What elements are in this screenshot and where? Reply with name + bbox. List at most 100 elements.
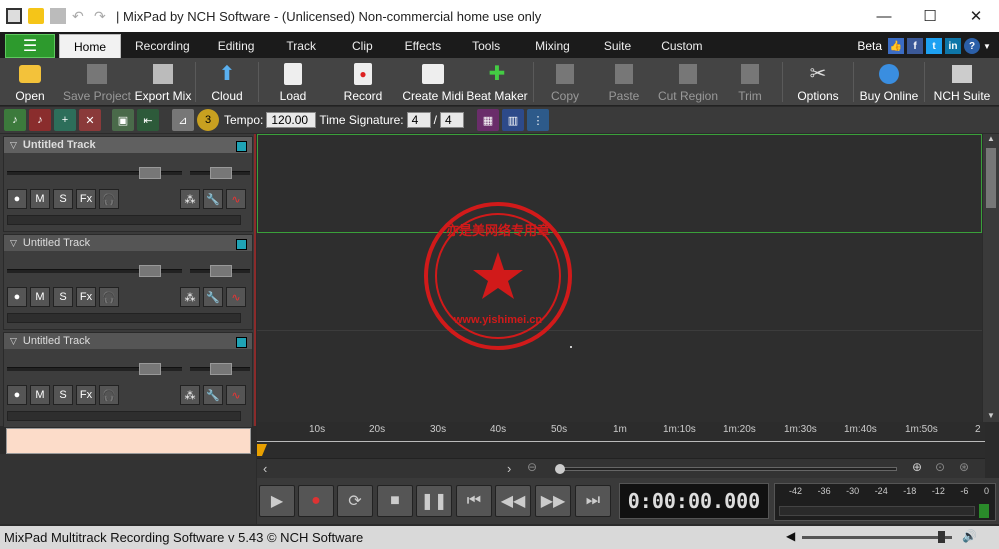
help-icon[interactable]: ? xyxy=(964,38,980,54)
loop-button[interactable]: ⟳ xyxy=(337,485,373,517)
undo-icon[interactable]: ↶ xyxy=(72,8,88,24)
track-header[interactable]: ▽ Untitled Track ● M S Fx 🎧 ⁂ 🔧 ∿ xyxy=(3,136,253,232)
tab-effects[interactable]: Effects xyxy=(391,34,455,58)
record-button[interactable]: ● Record xyxy=(324,58,402,106)
track-header[interactable]: ▽ Untitled Track ● M S Fx 🎧 ⁂ 🔧 ∿ xyxy=(3,332,253,428)
add-track-icon[interactable]: ♪ xyxy=(4,109,26,131)
tab-home[interactable]: Home xyxy=(59,34,122,58)
vertical-scrollbar[interactable]: ▲ ▼ xyxy=(983,134,999,422)
align-icon[interactable]: ⇤ xyxy=(137,109,159,131)
trim-button[interactable]: Trim xyxy=(721,58,779,106)
headphones-icon[interactable]: 🎧 xyxy=(99,189,119,209)
envelope-icon[interactable]: ∿ xyxy=(226,287,246,307)
track-header[interactable]: ▽ Untitled Track ● M S Fx 🎧 ⁂ 🔧 ∿ xyxy=(3,234,253,330)
track-lane[interactable] xyxy=(257,134,982,233)
time-signature-denominator[interactable]: 4 xyxy=(439,112,464,128)
create-midi-button[interactable]: Create Midi xyxy=(402,58,464,106)
scroll-up-icon[interactable]: ▲ xyxy=(983,134,999,148)
scroll-down-icon[interactable]: ▼ xyxy=(983,411,999,420)
arm-record-button[interactable]: ● xyxy=(7,287,27,307)
time-ruler[interactable]: 10s 20s 30s 40s 50s 1m 1m:10s 1m:20s 1m:… xyxy=(257,422,985,458)
tab-track[interactable]: Track xyxy=(268,34,334,58)
effects-chain-icon[interactable]: ⁂ xyxy=(180,385,200,405)
go-to-start-button[interactable]: ⏮ xyxy=(456,485,492,517)
arm-record-button[interactable]: ● xyxy=(7,385,27,405)
remove-track-icon[interactable]: ♪ xyxy=(29,109,51,131)
playhead-marker[interactable] xyxy=(257,444,267,456)
tab-editing[interactable]: Editing xyxy=(204,34,269,58)
twitter-icon[interactable]: t xyxy=(926,38,942,54)
zoom-slider[interactable] xyxy=(557,467,897,471)
countdown-icon[interactable]: 3 xyxy=(197,109,219,131)
redo-icon[interactable]: ↷ xyxy=(94,8,110,24)
metronome-icon[interactable]: ⊿ xyxy=(172,109,194,131)
rewind-button[interactable]: ◀◀ xyxy=(495,485,531,517)
pan-slider[interactable] xyxy=(190,265,250,277)
volume-knob[interactable] xyxy=(139,363,161,375)
tab-custom[interactable]: Custom xyxy=(647,34,716,58)
speaker-icon[interactable]: 🔊 xyxy=(962,529,977,543)
save-project-button[interactable]: Save Project xyxy=(60,58,134,106)
headphones-icon[interactable]: 🎧 xyxy=(99,287,119,307)
delete-icon[interactable]: ✕ xyxy=(79,109,101,131)
zoom-slider-knob[interactable] xyxy=(555,464,565,474)
nch-suite-button[interactable]: NCH Suite xyxy=(928,58,996,106)
envelope-icon[interactable]: ∿ xyxy=(226,385,246,405)
play-button[interactable]: ▶ xyxy=(259,485,295,517)
buy-online-button[interactable]: Buy Online xyxy=(857,58,921,106)
grid-icon[interactable]: ▥ xyxy=(501,109,524,131)
scroll-right-icon[interactable]: › xyxy=(507,461,511,476)
track-color-square[interactable] xyxy=(236,239,247,250)
fx-button[interactable]: Fx xyxy=(76,385,96,405)
pan-slider[interactable] xyxy=(190,167,250,179)
snap-icon[interactable]: ▦ xyxy=(476,109,499,131)
mute-button[interactable]: M xyxy=(30,189,50,209)
volume-icon[interactable]: ◀ xyxy=(786,529,795,543)
scroll-left-icon[interactable]: ‹ xyxy=(263,461,267,476)
track-name[interactable]: Untitled Track xyxy=(23,139,96,151)
paste-button[interactable]: Paste xyxy=(593,58,655,106)
options-button[interactable]: ✂ Options xyxy=(786,58,850,106)
copy-button[interactable]: Copy xyxy=(537,58,593,106)
beat-grid-icon[interactable]: ⋮ xyxy=(526,109,549,131)
maximize-button[interactable]: ☐ xyxy=(907,0,953,32)
main-menu-button[interactable]: ☰ xyxy=(5,34,55,58)
zoom-in-icon[interactable]: ⊕ xyxy=(912,460,922,474)
facebook-icon[interactable]: f xyxy=(907,38,923,54)
master-volume-slider[interactable] xyxy=(802,536,952,539)
save-quick-icon[interactable] xyxy=(50,8,66,24)
minimize-button[interactable]: — xyxy=(861,0,907,32)
new-track-drop-area[interactable] xyxy=(6,428,251,454)
collapse-icon[interactable]: ▽ xyxy=(10,140,17,151)
pan-slider[interactable] xyxy=(190,363,250,375)
horizontal-scrollbar[interactable]: ‹ › ⊖ ⊕ ⊙ ⊛ xyxy=(257,458,985,478)
close-button[interactable]: ✕ xyxy=(953,0,999,32)
track-lane[interactable] xyxy=(257,331,982,429)
thumbs-up-icon[interactable]: 👍 xyxy=(888,38,904,54)
fx-button[interactable]: Fx xyxy=(76,287,96,307)
cloud-button[interactable]: ⬆ Cloud xyxy=(199,58,255,106)
zoom-all-icon[interactable]: ⊛ xyxy=(959,460,969,474)
headphones-icon[interactable]: 🎧 xyxy=(99,385,119,405)
mute-button[interactable]: M xyxy=(30,287,50,307)
solo-button[interactable]: S xyxy=(53,189,73,209)
effects-chain-icon[interactable]: ⁂ xyxy=(180,287,200,307)
tab-clip[interactable]: Clip xyxy=(334,34,391,58)
volume-slider[interactable] xyxy=(7,363,182,375)
track-name[interactable]: Untitled Track xyxy=(23,237,90,249)
wrench-icon[interactable]: 🔧 xyxy=(203,385,223,405)
pan-knob[interactable] xyxy=(210,167,232,179)
fast-forward-button[interactable]: ▶▶ xyxy=(535,485,571,517)
pause-button[interactable]: ❚❚ xyxy=(416,485,452,517)
stop-button[interactable]: ■ xyxy=(377,485,413,517)
move-up-icon[interactable]: + xyxy=(54,109,76,131)
chevron-down-icon[interactable]: ▼ xyxy=(983,38,991,54)
arm-record-button[interactable]: ● xyxy=(7,189,27,209)
time-signature-numerator[interactable]: 4 xyxy=(406,112,431,128)
open-button[interactable]: Open xyxy=(0,58,60,106)
collapse-icon[interactable]: ▽ xyxy=(10,238,17,249)
tempo-input[interactable]: 120.00 xyxy=(266,112,317,128)
fx-button[interactable]: Fx xyxy=(76,189,96,209)
volume-knob[interactable] xyxy=(139,265,161,277)
track-lane[interactable] xyxy=(257,233,982,331)
